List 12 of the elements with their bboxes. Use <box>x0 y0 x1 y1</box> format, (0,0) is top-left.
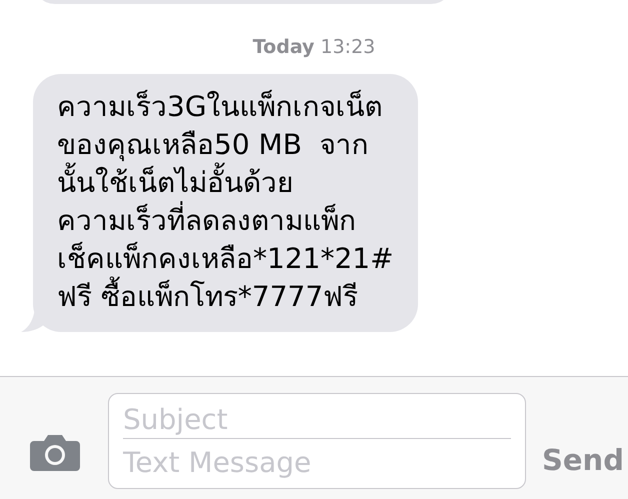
camera-icon[interactable] <box>30 433 80 471</box>
message-field[interactable]: Text Message <box>123 443 511 481</box>
compose-box[interactable]: Subject Text Message <box>108 393 526 489</box>
message-text: ของคุณเหลือ50 MB จาก <box>57 127 370 162</box>
message-text: ฟรี ซื้อแพ็กโทร*7777ฟรี <box>57 278 394 316</box>
subject-field[interactable]: Subject <box>123 400 511 438</box>
message-text: เช็คแพ็กคงเหลือ*121*21# <box>57 240 394 276</box>
message-text: ความเร็วที่ลดลงตามแพ็ก <box>57 202 394 240</box>
send-button[interactable]: Send <box>542 443 624 477</box>
message-text: ความเร็ว3Gในแพ็กเกจเน็ต <box>57 88 384 125</box>
timestamp: Today 13:23 <box>252 36 376 58</box>
message-text: นั้นใช้เน็ตไม่อั้นด้วย <box>57 164 394 202</box>
